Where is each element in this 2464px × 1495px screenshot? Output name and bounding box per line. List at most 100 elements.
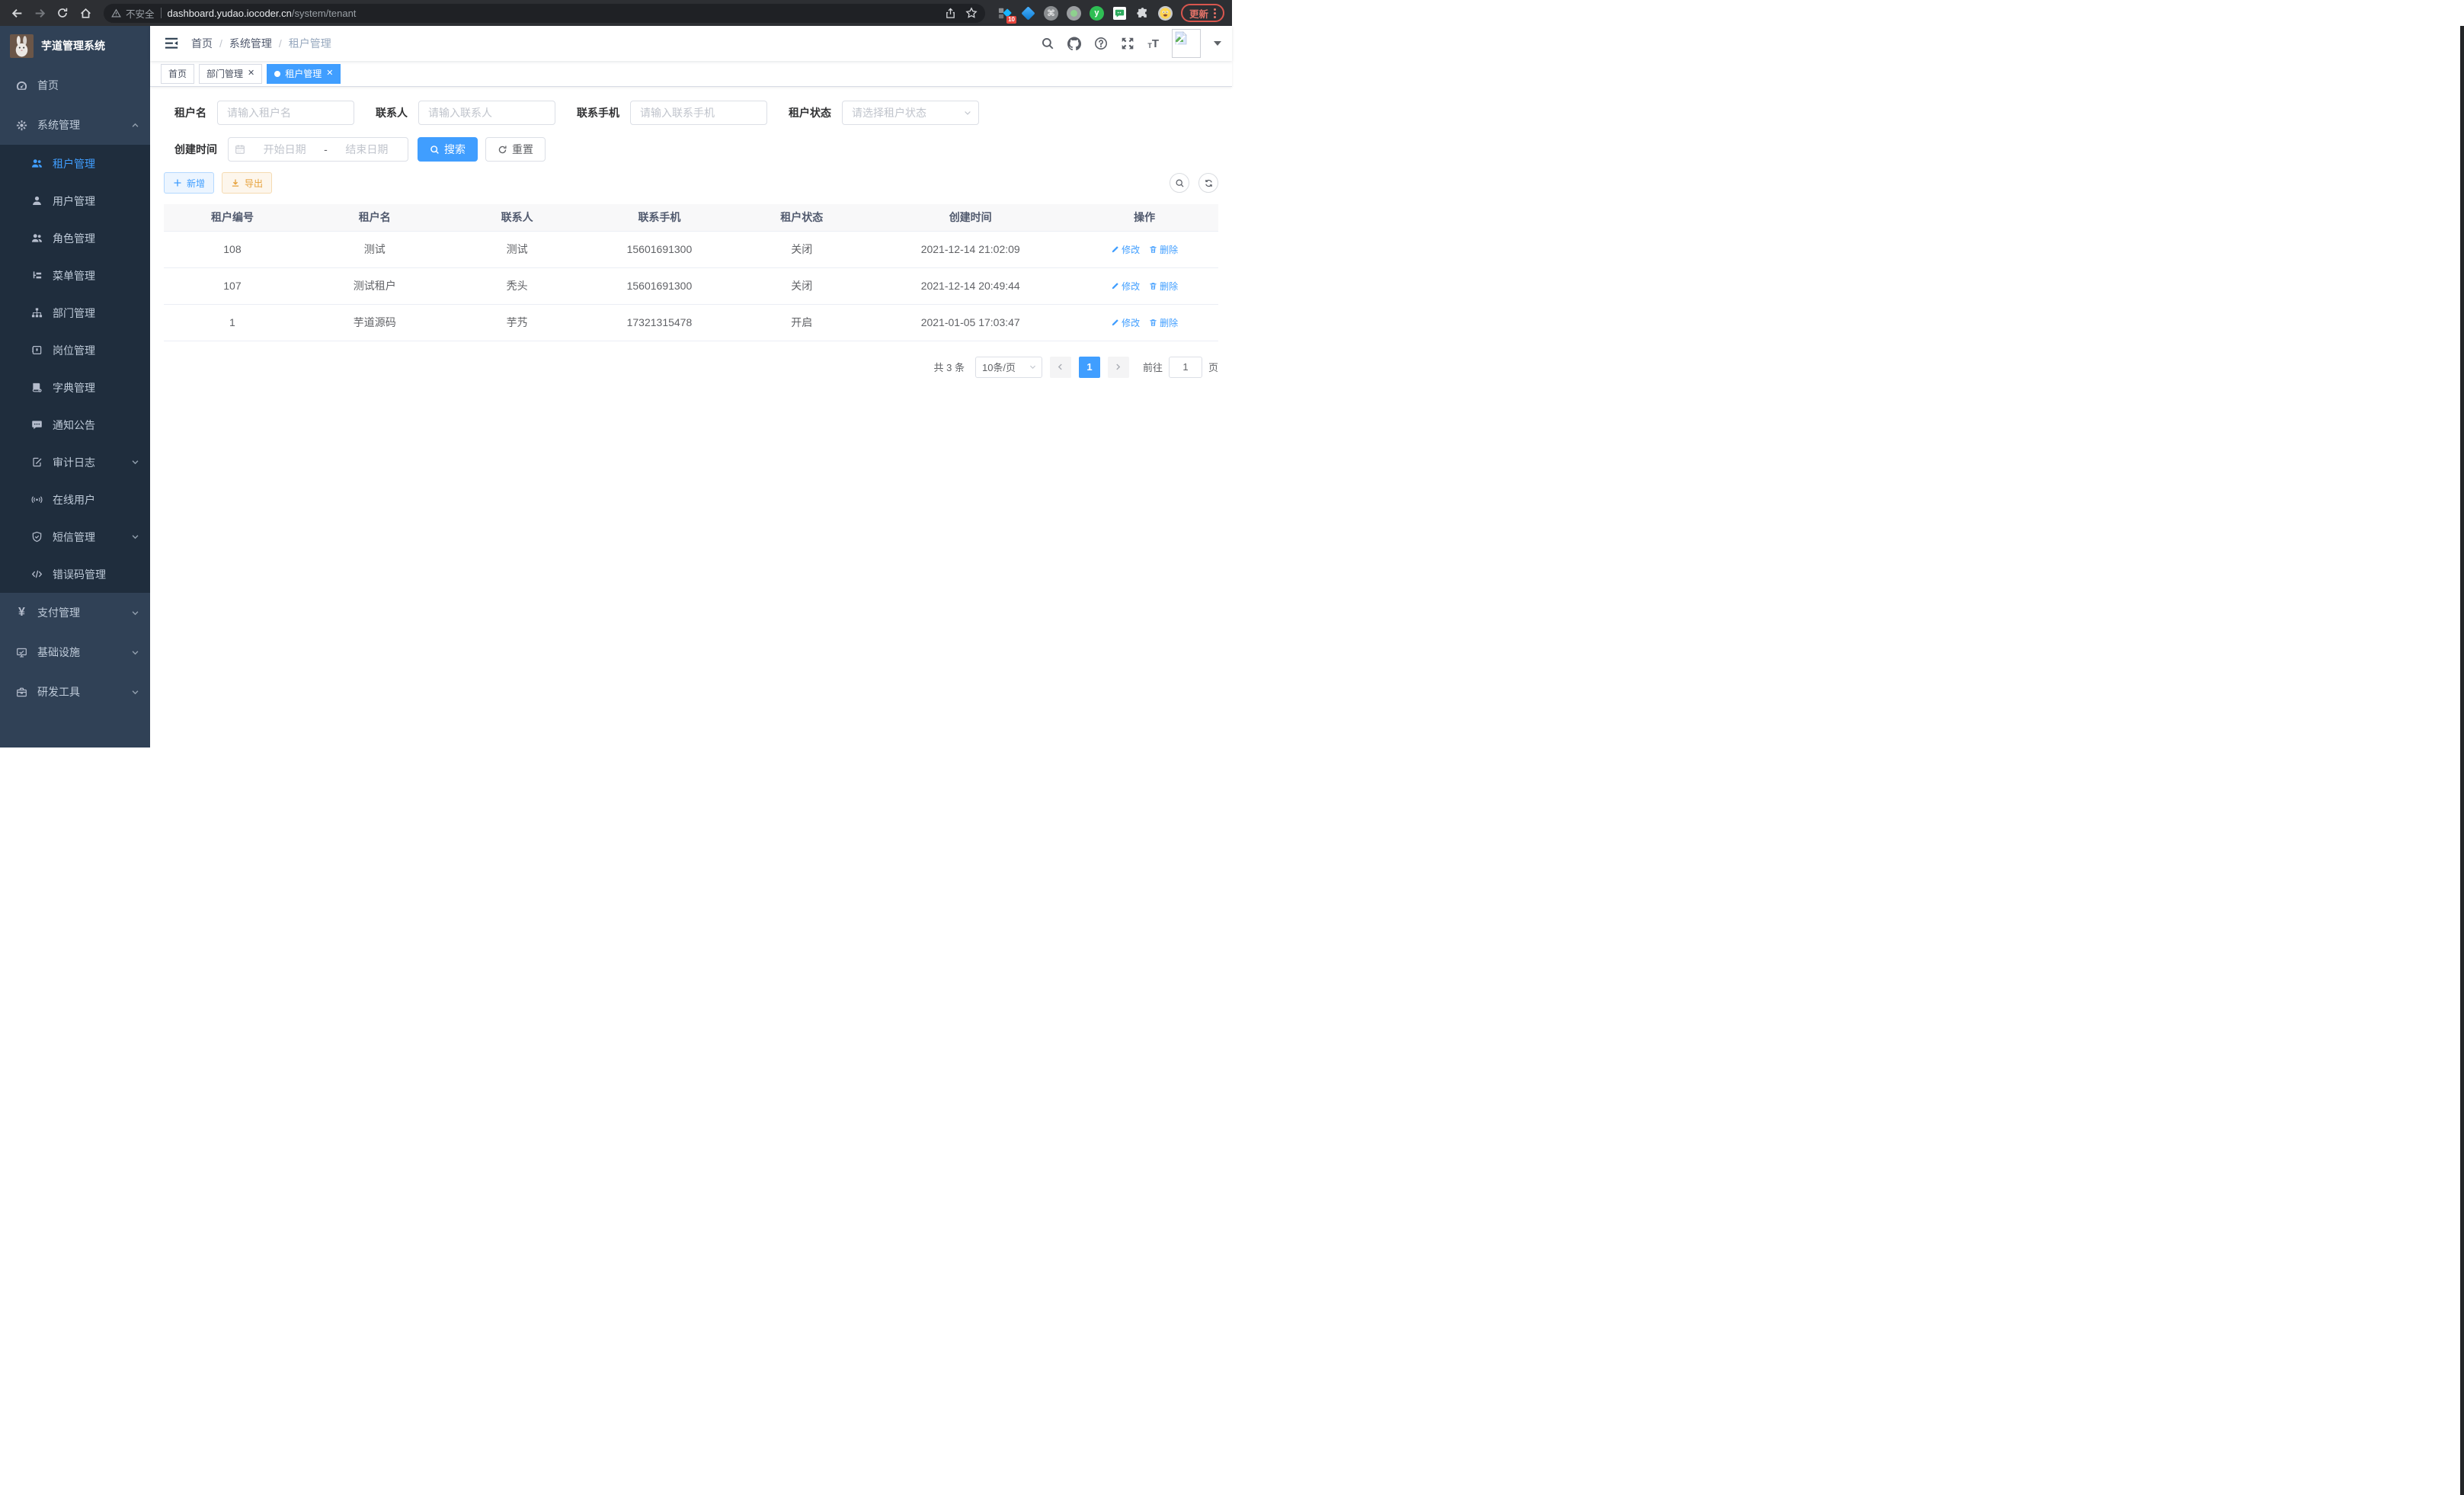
- date-end-placeholder: 结束日期: [332, 142, 402, 157]
- sidebar-item-tenant[interactable]: 租户管理: [0, 145, 150, 182]
- page-number-current[interactable]: 1: [1079, 357, 1100, 378]
- prev-page-button[interactable]: [1050, 357, 1071, 378]
- audit-log-icon: [31, 456, 43, 468]
- table-search-toggle-button[interactable]: [1170, 173, 1189, 193]
- chat-extension-icon[interactable]: [1112, 5, 1128, 21]
- goto-page-input[interactable]: [1169, 357, 1202, 378]
- yuque-extension-icon[interactable]: y: [1089, 5, 1105, 21]
- command-extension-icon[interactable]: ⌘: [1043, 5, 1059, 21]
- close-icon[interactable]: ✕: [326, 69, 333, 78]
- sidebar-item-home[interactable]: 首页: [0, 66, 150, 105]
- browser-forward-icon[interactable]: [30, 4, 49, 22]
- tab-home[interactable]: 首页: [161, 64, 194, 84]
- extension-pinned-icon[interactable]: 10: [997, 5, 1013, 21]
- puzzle-extensions-menu-icon[interactable]: [1134, 5, 1150, 21]
- sidebar-item-payment[interactable]: ¥ 支付管理: [0, 593, 150, 632]
- share-icon[interactable]: [945, 8, 956, 19]
- tenant-name-input[interactable]: [217, 101, 354, 125]
- chevron-down-icon: [963, 108, 972, 117]
- help-icon[interactable]: [1094, 37, 1108, 50]
- sidebar-toggle-icon[interactable]: [164, 36, 179, 51]
- create-time-range-picker[interactable]: 开始日期 - 结束日期: [228, 137, 408, 162]
- sidebar-item-audit-log[interactable]: 审计日志: [0, 443, 150, 481]
- security-label[interactable]: 不安全: [126, 6, 155, 21]
- bookmark-star-icon[interactable]: [965, 7, 978, 19]
- sidebar-item-label: 用户管理: [53, 194, 95, 209]
- mobile-label: 联系手机: [577, 105, 619, 120]
- sidebar-item-menu[interactable]: 菜单管理: [0, 257, 150, 294]
- status-select[interactable]: 请选择租户状态: [842, 101, 979, 125]
- close-icon[interactable]: ✕: [248, 69, 254, 78]
- sidebar-item-online-user[interactable]: 在线用户: [0, 481, 150, 518]
- tab-tenant[interactable]: 租户管理 ✕: [267, 64, 341, 84]
- profile-avatar-icon[interactable]: [1157, 5, 1173, 21]
- sidebar-item-label: 支付管理: [37, 605, 80, 620]
- browser-back-icon[interactable]: [8, 4, 26, 22]
- devtools-briefcase-icon: [16, 687, 27, 698]
- browser-update-button[interactable]: 更新: [1181, 4, 1224, 22]
- sidebar-item-dict[interactable]: 字典管理: [0, 369, 150, 406]
- status-text: 关闭: [733, 267, 870, 304]
- browser-menu-icon[interactable]: [1214, 8, 1216, 18]
- table-refresh-button[interactable]: [1198, 173, 1218, 193]
- refresh-icon: [498, 145, 507, 155]
- table-row: 108 测试 测试 15601691300 关闭 2021-12-14 21:0…: [164, 231, 1218, 267]
- sidebar-item-notice[interactable]: 通知公告: [0, 406, 150, 443]
- tab-dept[interactable]: 部门管理 ✕: [199, 64, 262, 84]
- address-bar[interactable]: 不安全 dashboard.yudao.iocoder.cn/system/te…: [104, 4, 985, 23]
- delete-link[interactable]: 删除: [1149, 243, 1178, 256]
- sidebar-item-infra[interactable]: 基础设施: [0, 632, 150, 672]
- contact-input[interactable]: [418, 101, 555, 125]
- sidebar-item-user[interactable]: 用户管理: [0, 182, 150, 219]
- url-path: /system/tenant: [292, 8, 357, 19]
- sidebar-item-dept[interactable]: 部门管理: [0, 294, 150, 331]
- sidebar-item-error-code[interactable]: 错误码管理: [0, 555, 150, 593]
- sidebar-item-sms[interactable]: 短信管理: [0, 518, 150, 555]
- reset-button[interactable]: 重置: [485, 137, 546, 162]
- edit-icon: [1111, 282, 1119, 290]
- page-size-select[interactable]: 10条/页: [975, 357, 1042, 378]
- export-button[interactable]: 导出: [222, 172, 272, 194]
- app-header: 首页 / 系统管理 / 租户管理 TT: [150, 26, 1232, 61]
- next-page-button[interactable]: [1108, 357, 1129, 378]
- col-tenant-id: 租户编号: [164, 204, 301, 231]
- delete-link[interactable]: 删除: [1149, 316, 1178, 329]
- tenant-name-label: 租户名: [174, 105, 206, 120]
- browser-home-icon[interactable]: [76, 4, 94, 22]
- breadcrumb-system[interactable]: 系统管理: [229, 36, 272, 51]
- edit-link[interactable]: 修改: [1111, 280, 1140, 293]
- search-icon: [1175, 178, 1185, 188]
- add-button[interactable]: 新增: [164, 172, 214, 194]
- col-status: 租户状态: [733, 204, 870, 231]
- sidebar-item-devtools[interactable]: 研发工具: [0, 672, 150, 712]
- header-search-icon[interactable]: [1041, 37, 1054, 50]
- search-button[interactable]: 搜索: [418, 137, 478, 162]
- edit-link[interactable]: 修改: [1111, 316, 1140, 329]
- trash-icon: [1149, 319, 1157, 327]
- app-logo[interactable]: 芋道管理系统: [0, 26, 150, 66]
- date-start-placeholder: 开始日期: [250, 142, 319, 157]
- sidebar-item-label: 基础设施: [37, 645, 80, 660]
- sidebar-item-label: 在线用户: [53, 492, 95, 507]
- breadcrumb: 首页 / 系统管理 / 租户管理: [191, 36, 331, 51]
- sidebar-item-system[interactable]: 系统管理: [0, 105, 150, 145]
- mobile-input[interactable]: [630, 101, 767, 125]
- sidebar-item-post[interactable]: 岗位管理: [0, 331, 150, 369]
- security-warning-icon: [111, 8, 121, 18]
- main-area: 首页 / 系统管理 / 租户管理 TT: [150, 26, 1232, 748]
- kite-extension-icon[interactable]: [1020, 5, 1036, 21]
- tenant-users-icon: [31, 158, 43, 169]
- recorder-extension-icon[interactable]: [1066, 5, 1082, 21]
- edit-link[interactable]: 修改: [1111, 243, 1140, 256]
- font-size-icon[interactable]: TT: [1147, 38, 1159, 50]
- github-icon[interactable]: [1067, 37, 1081, 50]
- table-toolbar: 新增 导出: [164, 172, 1218, 194]
- tenant-table: 租户编号 租户名 联系人 联系手机 租户状态 创建时间 操作 108 测试 测试: [164, 204, 1218, 341]
- user-avatar[interactable]: [1172, 29, 1201, 58]
- avatar-dropdown-caret-icon[interactable]: [1214, 41, 1221, 50]
- delete-link[interactable]: 删除: [1149, 280, 1178, 293]
- browser-reload-icon[interactable]: [53, 4, 72, 22]
- sidebar-item-role[interactable]: 角色管理: [0, 219, 150, 257]
- fullscreen-icon[interactable]: [1121, 37, 1134, 50]
- breadcrumb-home[interactable]: 首页: [191, 36, 213, 51]
